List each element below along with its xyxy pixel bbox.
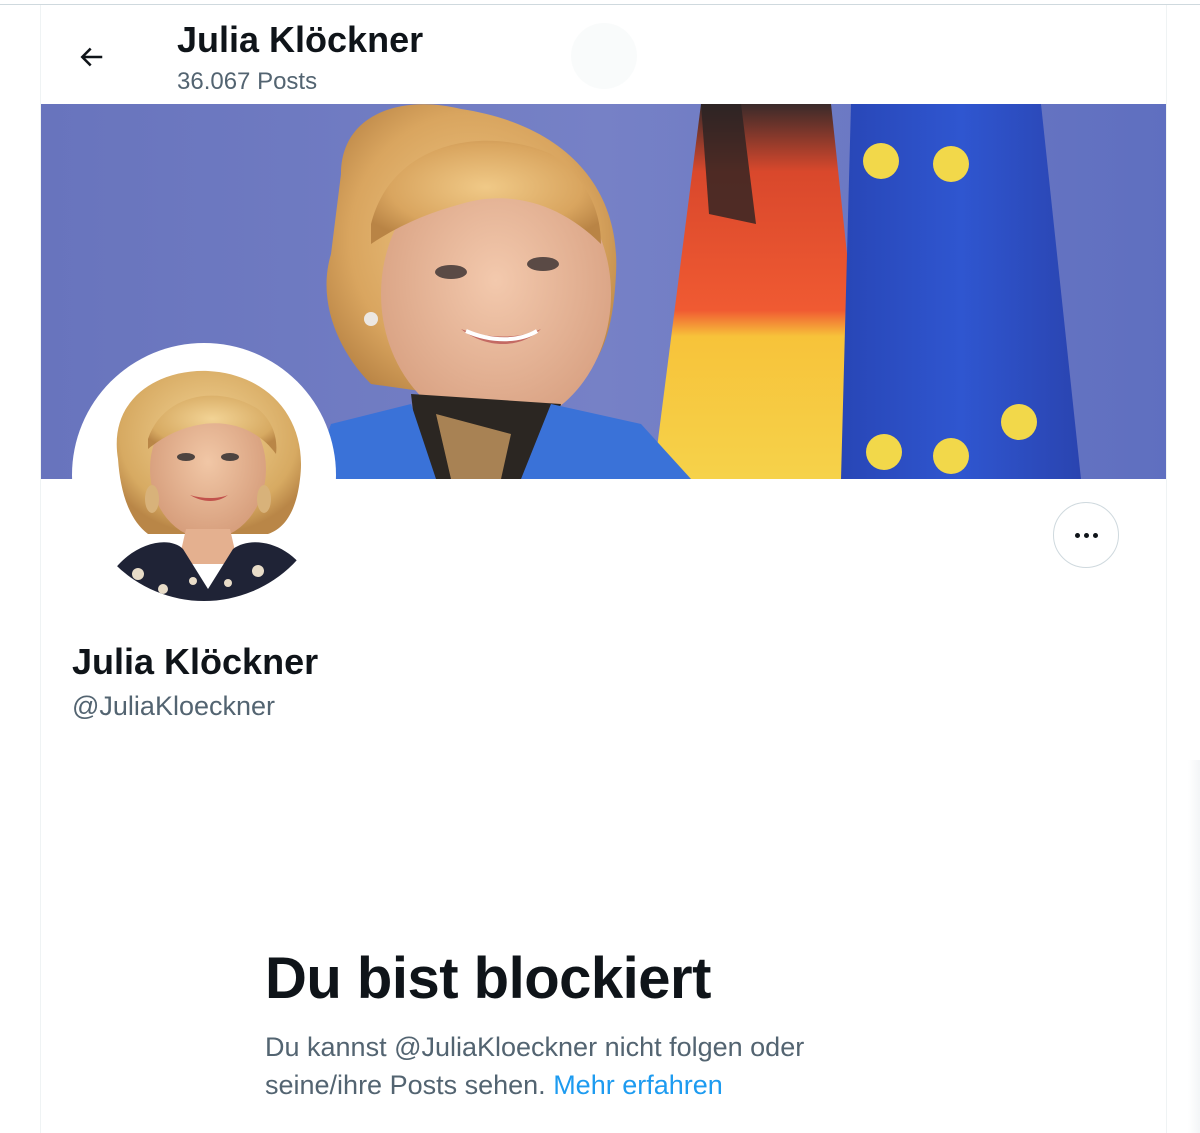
header-ghost-overlay <box>571 23 637 89</box>
profile-header: Julia Klöckner 36.067 Posts <box>41 5 1166 105</box>
blocked-message: Du kannst @JuliaKloeckner nicht folgen o… <box>265 1028 905 1104</box>
profile-page: Julia Klöckner 36.067 Posts Julia Klöckn… <box>0 0 1200 1133</box>
learn-more-link[interactable]: Mehr erfahren <box>553 1070 723 1100</box>
blocked-message-text: Du kannst @JuliaKloeckner nicht folgen o… <box>265 1032 805 1100</box>
more-options-button[interactable] <box>1053 502 1119 568</box>
more-horizontal-icon <box>1074 532 1098 538</box>
main-column: Julia Klöckner 36.067 Posts Julia Klöckn… <box>40 5 1167 1133</box>
arrow-left-icon <box>80 47 103 67</box>
profile-name: Julia Klöckner <box>72 641 319 682</box>
profile-avatar[interactable] <box>72 343 336 607</box>
blocked-title: Du bist blockiert <box>265 946 711 1011</box>
scroll-edge-shadow <box>1188 760 1200 1133</box>
profile-handle: @JuliaKloeckner <box>72 691 276 721</box>
post-count: 36.067 Posts <box>177 68 318 95</box>
back-button[interactable] <box>71 37 111 77</box>
avatar-photo <box>78 349 330 601</box>
header-title: Julia Klöckner <box>177 19 424 60</box>
